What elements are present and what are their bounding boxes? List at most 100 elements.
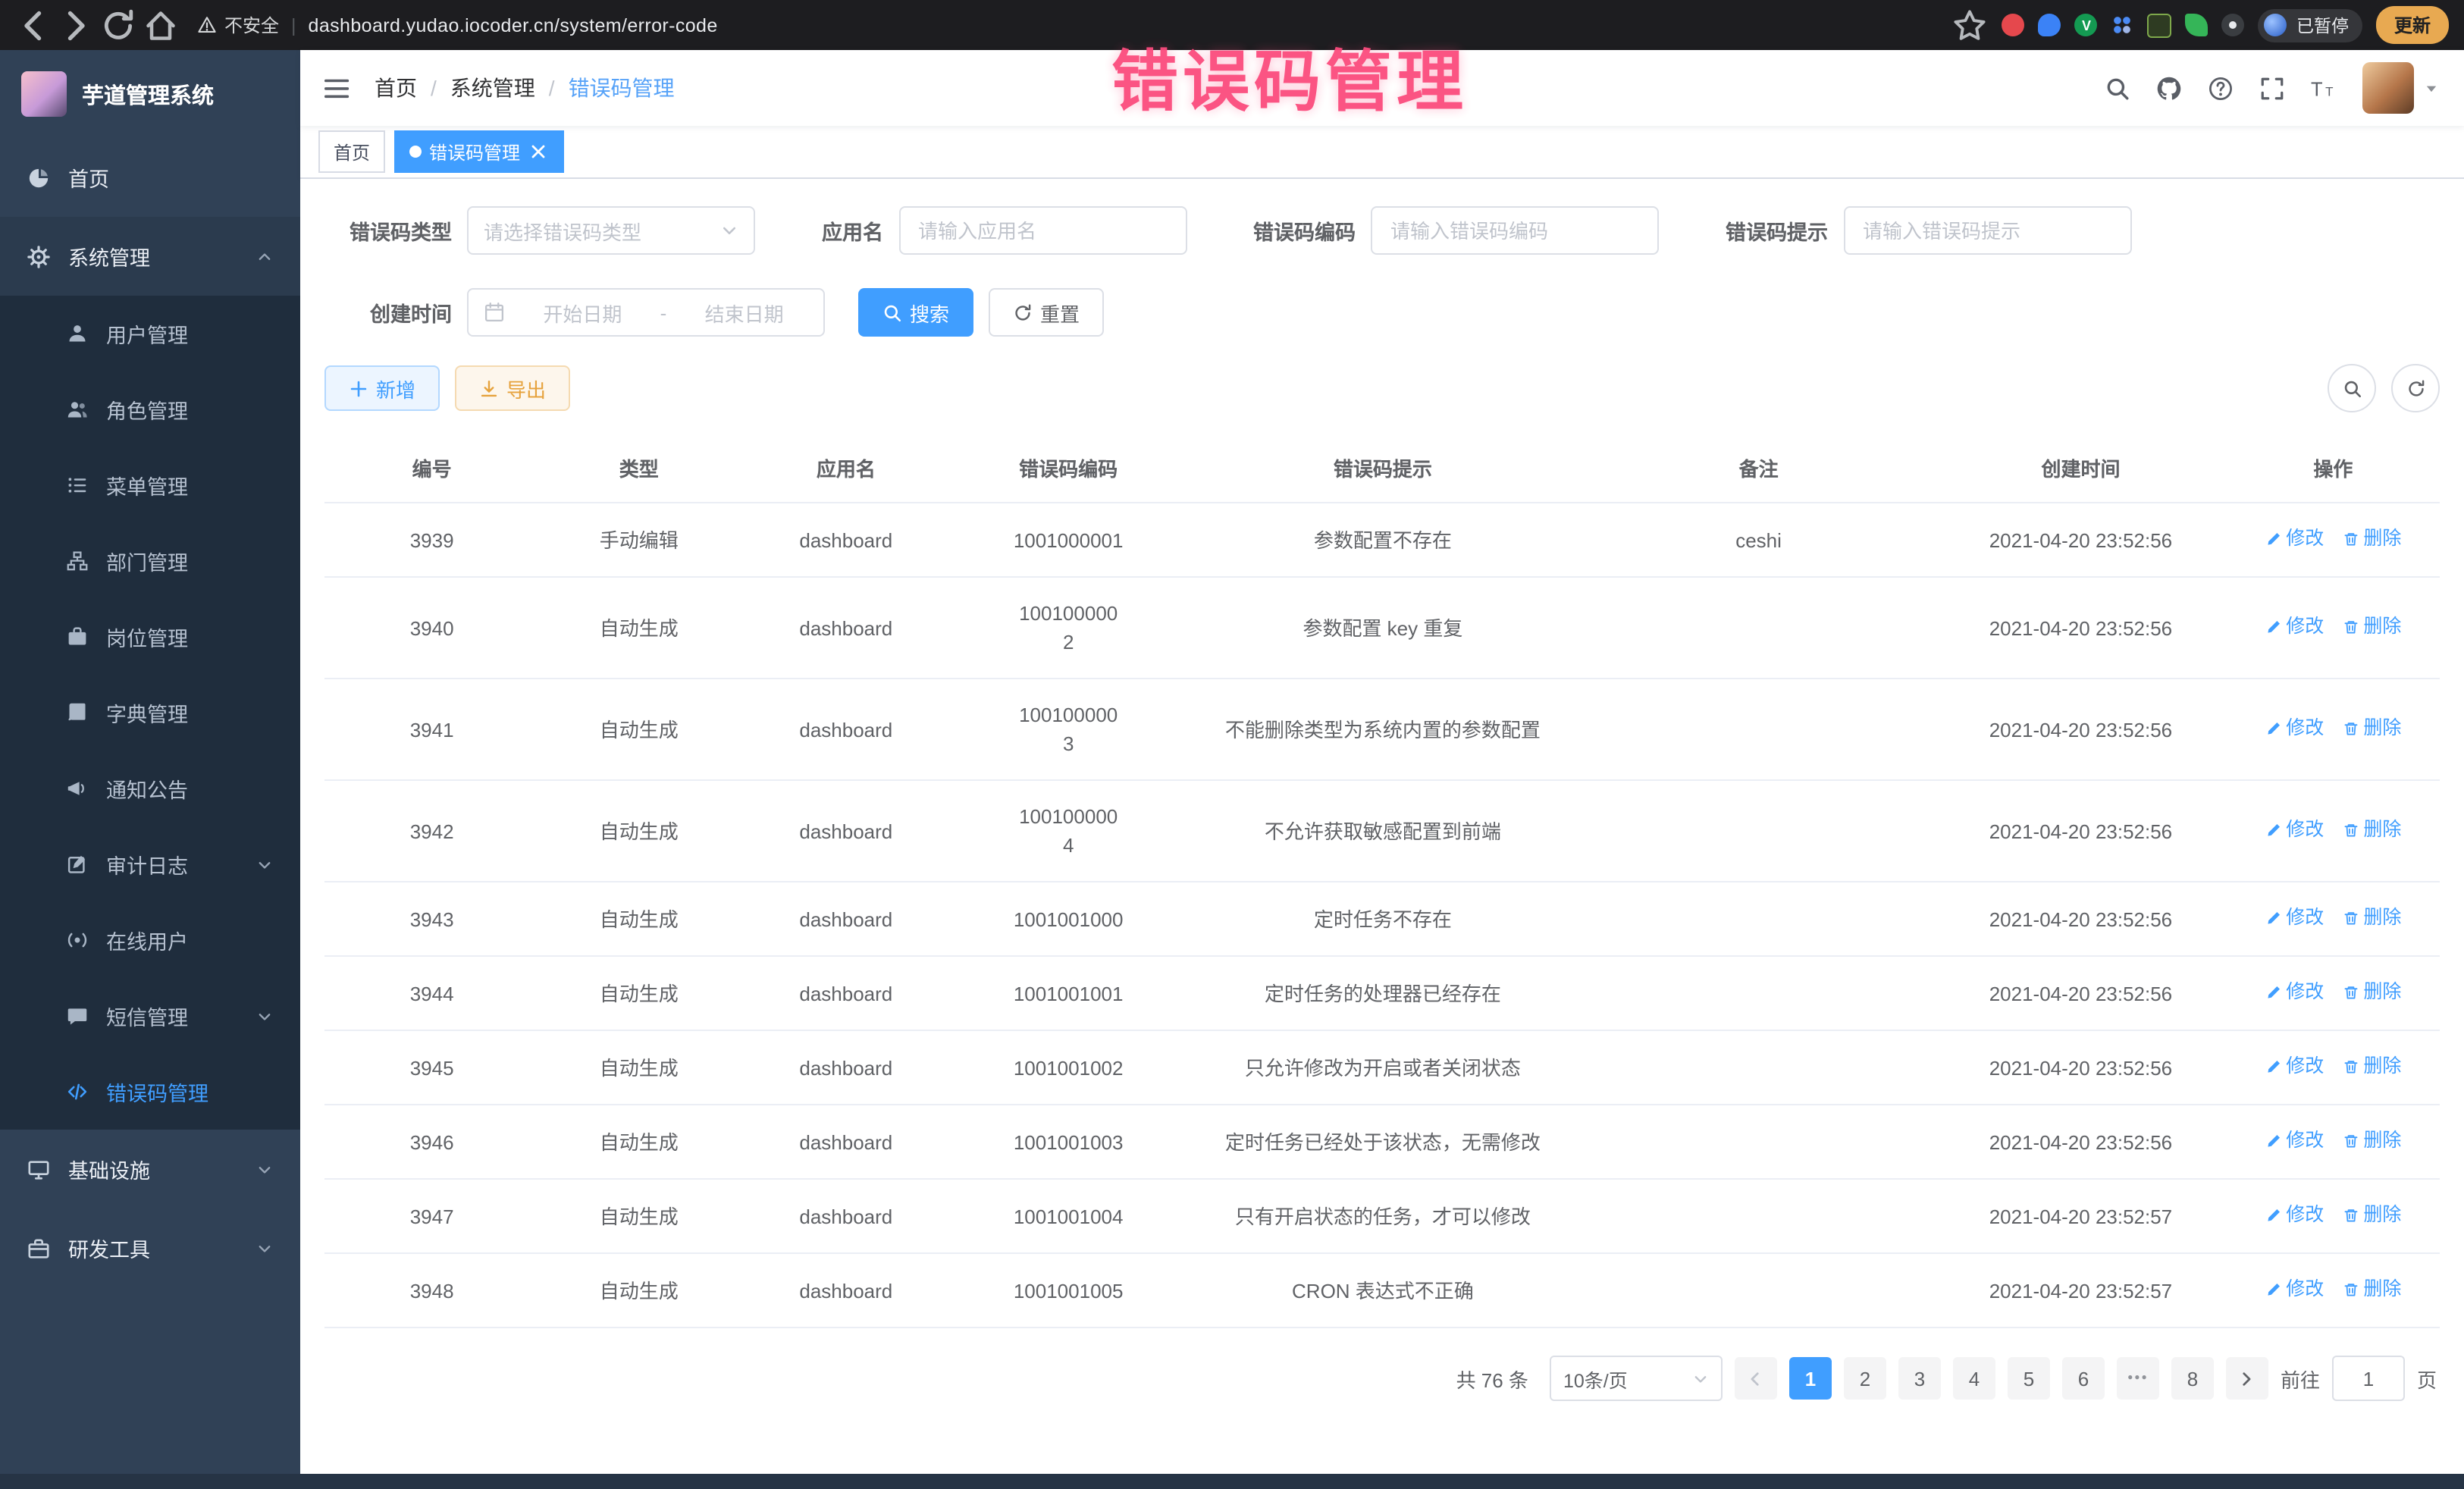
breadcrumb-home[interactable]: 首页 — [375, 73, 417, 103]
create-time-range-picker[interactable]: 开始日期 - 结束日期 — [467, 288, 825, 337]
delete-link[interactable]: 删除 — [2342, 1201, 2401, 1230]
delete-link[interactable]: 删除 — [2342, 1275, 2401, 1304]
edit-link[interactable]: 修改 — [2265, 1275, 2324, 1304]
error-msg-input[interactable] — [1860, 218, 2114, 243]
hamburger-icon[interactable] — [324, 75, 350, 101]
sidebar-item-sub[interactable]: 岗位管理 — [0, 599, 300, 675]
pager-page-1[interactable]: 1 — [1789, 1357, 1832, 1400]
system-submenu: 用户管理角色管理菜单管理部门管理岗位管理字典管理通知公告审计日志在线用户短信管理… — [0, 296, 300, 1130]
bottom-bar — [0, 1474, 2464, 1489]
extension-icon-v[interactable]: V — [2075, 14, 2098, 36]
extension-icon-leaf[interactable] — [2186, 14, 2209, 36]
cell-time: 2021-04-20 23:52:56 — [1935, 1030, 2226, 1105]
sidebar-item-error-code-active[interactable]: 错误码管理 — [0, 1054, 300, 1130]
breadcrumb-system[interactable]: 系统管理 — [450, 73, 535, 103]
pager-more-button[interactable]: ●●● — [2117, 1357, 2159, 1400]
sidebar-item-sub[interactable]: 菜单管理 — [0, 447, 300, 523]
sidebar-item-sub[interactable]: 部门管理 — [0, 523, 300, 599]
pager-page-3[interactable]: 3 — [1898, 1357, 1941, 1400]
extension-icon-tag[interactable] — [2148, 13, 2172, 37]
pager-page-5[interactable]: 5 — [2008, 1357, 2050, 1400]
svg-text:T: T — [2325, 84, 2333, 99]
delete-link[interactable]: 删除 — [2342, 816, 2401, 845]
app-logo[interactable]: 芋道管理系统 — [0, 50, 300, 138]
sidebar-item-sub[interactable]: 在线用户 — [0, 902, 300, 978]
toggle-search-button[interactable] — [2328, 364, 2376, 412]
edit-link[interactable]: 修改 — [2265, 714, 2324, 743]
add-button[interactable]: 新增 — [324, 365, 440, 411]
delete-link[interactable]: 删除 — [2342, 613, 2401, 641]
pager-page-8[interactable]: 8 — [2171, 1357, 2214, 1400]
pager-next-button[interactable] — [2226, 1357, 2268, 1400]
browser-back-icon[interactable] — [15, 7, 52, 43]
sidebar-item-sub[interactable]: 角色管理 — [0, 371, 300, 447]
refresh-icon — [2406, 378, 2425, 398]
reset-button[interactable]: 重置 — [989, 288, 1104, 337]
filter-app — [898, 206, 1187, 255]
delete-link[interactable]: 删除 — [2342, 978, 2401, 1007]
error-type-select[interactable]: 请选择错误码类型 — [467, 206, 755, 255]
extensions-pin-icon[interactable] — [2222, 14, 2245, 36]
pager-prev-button[interactable] — [1735, 1357, 1777, 1400]
delete-link[interactable]: 删除 — [2342, 1052, 2401, 1081]
edit-link[interactable]: 修改 — [2265, 613, 2324, 641]
pager-page-2[interactable]: 2 — [1844, 1357, 1886, 1400]
edit-link[interactable]: 修改 — [2265, 1201, 2324, 1230]
sidebar-item-devtools[interactable]: 研发工具 — [0, 1208, 300, 1287]
user-menu[interactable] — [2362, 62, 2440, 114]
goto-page-input[interactable] — [2332, 1356, 2405, 1401]
help-icon[interactable] — [2208, 75, 2234, 101]
delete-link[interactable]: 删除 — [2342, 904, 2401, 933]
cell-app: dashboard — [738, 503, 953, 577]
browser-home-icon[interactable] — [143, 7, 179, 43]
edit-link[interactable]: 修改 — [2265, 1127, 2324, 1155]
chevron-right-icon — [2237, 1368, 2257, 1388]
sidebar-item-sub[interactable]: 短信管理 — [0, 978, 300, 1054]
edit-link[interactable]: 修改 — [2265, 978, 2324, 1007]
delete-link[interactable]: 删除 — [2342, 714, 2401, 743]
header-id: 编号 — [324, 434, 539, 503]
sidebar-item-infrastructure[interactable]: 基础设施 — [0, 1130, 300, 1208]
megaphone-icon — [67, 778, 88, 799]
cell-msg: 参数配置不存在 — [1183, 503, 1582, 577]
bookmark-star-icon[interactable] — [1952, 7, 1989, 43]
extension-icon-red[interactable] — [2002, 14, 2025, 36]
github-icon[interactable] — [2156, 75, 2182, 101]
sidebar-item-sub[interactable]: 审计日志 — [0, 826, 300, 902]
delete-link[interactable]: 删除 — [2342, 1127, 2401, 1155]
pager-page-6[interactable]: 6 — [2062, 1357, 2105, 1400]
address-bar[interactable]: 不安全 | dashboard.yudao.iocoder.cn/system/… — [197, 12, 718, 38]
edit-link[interactable]: 修改 — [2265, 904, 2324, 933]
sidebar-item-home[interactable]: 首页 — [0, 138, 300, 217]
browser-forward-icon[interactable] — [58, 7, 94, 43]
browser-reload-icon[interactable] — [100, 7, 136, 43]
fullscreen-icon[interactable] — [2259, 75, 2285, 101]
svg-text:T: T — [2311, 79, 2323, 100]
search-icon[interactable] — [2105, 75, 2130, 101]
edit-link[interactable]: 修改 — [2265, 816, 2324, 845]
export-button[interactable]: 导出 — [455, 365, 570, 411]
page-size-select[interactable]: 10条/页 — [1550, 1356, 1723, 1401]
sidebar-item-sub[interactable]: 用户管理 — [0, 296, 300, 371]
edit-link[interactable]: 修改 — [2265, 525, 2324, 553]
app-name-input[interactable] — [915, 218, 1170, 243]
sidebar-item-sub[interactable]: 通知公告 — [0, 751, 300, 826]
sidebar-item-system[interactable]: 系统管理 — [0, 217, 300, 296]
tab-error-code[interactable]: 错误码管理 — [394, 130, 564, 173]
pager-page-4[interactable]: 4 — [1953, 1357, 1995, 1400]
delete-link[interactable]: 删除 — [2342, 525, 2401, 553]
error-code-input[interactable] — [1387, 218, 1642, 243]
browser-update-button[interactable]: 更新 — [2376, 6, 2449, 44]
edit-link[interactable]: 修改 — [2265, 1052, 2324, 1081]
profile-paused-badge[interactable]: 已暂停 — [2259, 8, 2362, 42]
refresh-table-button[interactable] — [2391, 364, 2440, 412]
site-security[interactable]: 不安全 — [197, 12, 279, 38]
close-icon[interactable] — [528, 141, 549, 162]
extension-icon-drop[interactable] — [2039, 14, 2061, 36]
font-size-icon[interactable]: TT — [2311, 75, 2337, 101]
page-url[interactable]: dashboard.yudao.iocoder.cn/system/error-… — [309, 14, 718, 36]
tab-home[interactable]: 首页 — [318, 130, 385, 173]
sidebar-item-sub[interactable]: 字典管理 — [0, 675, 300, 751]
search-button[interactable]: 搜索 — [858, 288, 973, 337]
extension-icon-grid[interactable] — [2111, 14, 2134, 36]
